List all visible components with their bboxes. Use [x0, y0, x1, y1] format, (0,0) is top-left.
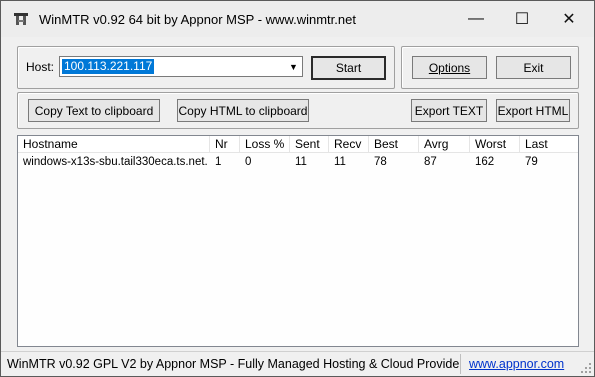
- results-table[interactable]: Hostname Nr Loss % Sent Recv Best Avrg W…: [17, 135, 579, 347]
- start-button[interactable]: Start: [311, 56, 386, 80]
- winmtr-window: WinMTR v0.92 64 bit by Appnor MSP - www.…: [0, 0, 595, 377]
- dropdown-arrow-icon[interactable]: ▼: [285, 57, 302, 76]
- options-button-label: Options: [428, 60, 471, 75]
- copy-text-button[interactable]: Copy Text to clipboard: [28, 99, 160, 122]
- cell-avrg: 87: [424, 156, 437, 168]
- minimize-button[interactable]: —: [453, 1, 499, 37]
- status-bar: WinMTR v0.92 GPL V2 by Appnor MSP - Full…: [1, 351, 594, 376]
- export-html-button[interactable]: Export HTML: [496, 99, 570, 122]
- cell-worst: 162: [475, 156, 495, 168]
- appnor-link[interactable]: www.appnor.com: [465, 354, 571, 374]
- table-header: Hostname Nr Loss % Sent Recv Best Avrg W…: [18, 136, 578, 153]
- cell-loss: 0: [245, 156, 252, 168]
- close-button[interactable]: ✕: [546, 1, 592, 37]
- column-header-loss[interactable]: Loss %: [240, 136, 290, 153]
- column-header-last[interactable]: Last: [520, 136, 578, 153]
- column-header-nr[interactable]: Nr: [210, 136, 240, 153]
- cell-best: 78: [374, 156, 387, 168]
- column-header-worst[interactable]: Worst: [470, 136, 520, 153]
- host-input[interactable]: 100.113.221.117: [62, 59, 155, 74]
- cell-last: 79: [525, 156, 538, 168]
- cell-sent: 11: [295, 156, 307, 168]
- column-header-hostname[interactable]: Hostname: [18, 136, 210, 153]
- maximize-button[interactable]: ☐: [499, 1, 545, 37]
- options-button[interactable]: Options: [412, 56, 487, 79]
- column-header-best[interactable]: Best: [369, 136, 419, 153]
- winmtr-app-icon: [14, 13, 28, 25]
- column-header-sent[interactable]: Sent: [290, 136, 329, 153]
- column-header-recv[interactable]: Recv: [329, 136, 369, 153]
- cell-nr: 1: [215, 156, 222, 168]
- host-label: Host:: [26, 60, 55, 74]
- host-combobox[interactable]: 100.113.221.117 ▼: [59, 56, 303, 77]
- copy-html-button[interactable]: Copy HTML to clipboard: [177, 99, 309, 122]
- exit-button[interactable]: Exit: [496, 56, 571, 79]
- title-bar[interactable]: WinMTR v0.92 64 bit by Appnor MSP - www.…: [1, 1, 594, 37]
- status-text: WinMTR v0.92 GPL V2 by Appnor MSP - Full…: [3, 354, 461, 374]
- window-title: WinMTR v0.92 64 bit by Appnor MSP - www.…: [39, 12, 356, 27]
- cell-hostname: windows-x13s-sbu.tail330eca.ts.net.: [23, 156, 208, 168]
- export-text-button[interactable]: Export TEXT: [411, 99, 487, 122]
- exit-button-label: Exit: [523, 60, 544, 75]
- cell-recv: 11: [334, 156, 346, 168]
- resize-grip-icon[interactable]: [580, 362, 592, 374]
- column-header-avrg[interactable]: Avrg: [419, 136, 470, 153]
